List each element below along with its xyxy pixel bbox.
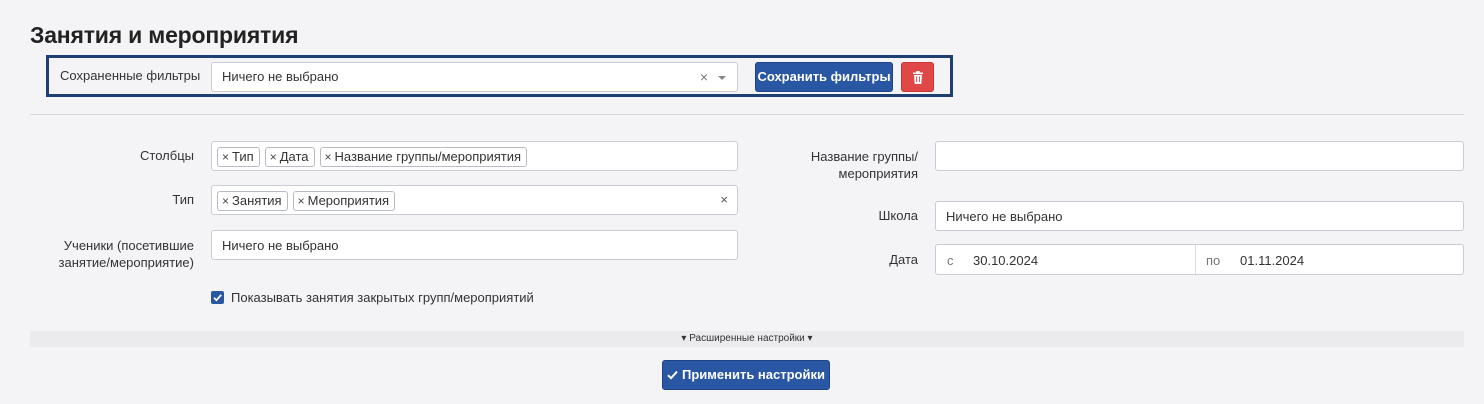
date-from-label: с	[947, 253, 954, 268]
clear-icon[interactable]: ×	[720, 192, 728, 207]
columns-label: Столбцы	[140, 148, 194, 163]
group-name-label: Название группы/ мероприятия	[780, 148, 918, 182]
caret-down-icon: ▾	[807, 333, 813, 344]
saved-filters-select[interactable]: Ничего не выбрано ×	[211, 62, 738, 92]
group-name-label-line1: Название группы/	[810, 149, 918, 164]
tag-label: Название группы/мероприятия	[334, 149, 522, 164]
advanced-settings-toggle[interactable]: ▾ Расширенные настройки ▾	[30, 331, 1464, 347]
delete-filter-button[interactable]	[901, 62, 934, 92]
section-divider	[30, 114, 1464, 115]
saved-filters-value: Ничего не выбрано	[222, 69, 339, 84]
remove-tag-icon[interactable]: ×	[222, 150, 229, 164]
check-icon	[667, 362, 678, 390]
tag-label: Занятия	[232, 193, 282, 208]
students-label-line1: Ученики (посетившие	[63, 238, 194, 253]
date-from-input[interactable]: 30.10.2024	[973, 253, 1038, 268]
date-separator	[1195, 245, 1196, 274]
tag-label: Дата	[279, 149, 309, 164]
columns-select[interactable]: × Тип × Дата × Название группы/мероприятия	[211, 141, 738, 171]
date-range: с 30.10.2024 по 01.11.2024	[935, 244, 1464, 275]
students-label-line2: занятие/мероприятие)	[58, 255, 194, 270]
apply-settings-button[interactable]: Применить настройки	[662, 360, 830, 390]
tag-column-type: × Тип	[217, 147, 260, 167]
chevron-down-icon[interactable]	[718, 76, 726, 80]
type-label: Тип	[172, 192, 194, 207]
advanced-settings-label: Расширенные настройки	[689, 333, 805, 344]
tag-label: Мероприятия	[307, 193, 390, 208]
remove-tag-icon[interactable]: ×	[298, 194, 305, 208]
date-to-label: по	[1206, 253, 1221, 268]
group-name-input[interactable]	[935, 141, 1464, 171]
saved-filters-label: Сохраненные фильтры	[60, 68, 201, 83]
show-closed-checkbox[interactable]	[211, 291, 224, 304]
trash-icon	[913, 71, 923, 84]
school-label: Школа	[878, 208, 918, 223]
students-label: Ученики (посетившие занятие/мероприятие)	[20, 237, 194, 271]
remove-tag-icon[interactable]: ×	[270, 150, 277, 164]
tag-column-name: × Название группы/мероприятия	[319, 147, 528, 167]
check-icon	[213, 294, 222, 302]
advanced-settings-text: ▾ Расширенные настройки ▾	[30, 331, 1464, 347]
show-closed-label: Показывать занятия закрытых групп/меропр…	[231, 290, 534, 305]
save-filters-button[interactable]: Сохранить фильтры	[755, 62, 893, 92]
students-placeholder: Ничего не выбрано	[222, 238, 339, 253]
type-tags: × Занятия × Мероприятия	[217, 191, 400, 211]
date-to-input[interactable]: 01.11.2024	[1240, 253, 1304, 268]
tag-column-date: × Дата	[264, 147, 315, 167]
date-label: Дата	[889, 252, 918, 267]
tag-type-lessons: × Занятия	[217, 191, 288, 211]
type-select[interactable]: × Занятия × Мероприятия ×	[211, 185, 738, 215]
caret-down-icon: ▾	[681, 333, 687, 344]
tag-type-events: × Мероприятия	[292, 191, 396, 211]
apply-button-label: Применить настройки	[682, 367, 825, 382]
remove-tag-icon[interactable]: ×	[325, 150, 332, 164]
school-placeholder: Ничего не выбрано	[946, 209, 1063, 224]
school-select[interactable]: Ничего не выбрано	[935, 201, 1464, 231]
tag-label: Тип	[232, 149, 254, 164]
remove-tag-icon[interactable]: ×	[222, 194, 229, 208]
page-title: Занятия и мероприятия	[30, 22, 299, 48]
clear-icon[interactable]: ×	[700, 69, 708, 85]
group-name-label-line2: мероприятия	[838, 166, 918, 181]
students-select[interactable]: Ничего не выбрано	[211, 230, 738, 260]
columns-tags: × Тип × Дата × Название группы/мероприятия	[217, 147, 532, 167]
